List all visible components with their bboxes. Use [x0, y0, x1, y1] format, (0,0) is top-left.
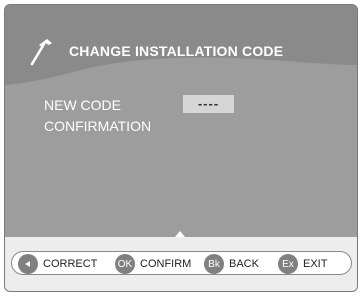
hammer-icon	[30, 39, 52, 66]
new-code-input[interactable]: ----	[183, 95, 234, 113]
back-key: Bk	[204, 254, 224, 274]
installation-code-dialog: CHANGE INSTALLATION CODE NEW CODE ---- C…	[4, 4, 358, 292]
hint-back-label: BACK	[229, 258, 259, 270]
up-arrow-indicator	[175, 231, 185, 237]
hint-back[interactable]: Bk BACK	[204, 254, 259, 274]
hint-confirm-label: CONFIRM	[140, 258, 192, 270]
hint-correct-label: CORRECT	[43, 258, 98, 270]
footer-hint-bar: CORRECT OK CONFIRM Bk BACK Ex EXIT	[5, 231, 357, 291]
hint-correct[interactable]: CORRECT	[18, 254, 97, 274]
confirmation-label: CONFIRMATION	[44, 118, 152, 134]
exit-key: Ex	[278, 254, 298, 274]
page-title: CHANGE INSTALLATION CODE	[69, 43, 284, 59]
hint-exit-label: EXIT	[303, 258, 328, 270]
new-code-label: NEW CODE	[44, 97, 121, 113]
hint-confirm[interactable]: OK CONFIRM	[115, 254, 191, 274]
left-arrow-icon	[18, 254, 38, 274]
hint-pill: CORRECT OK CONFIRM Bk BACK Ex EXIT	[11, 251, 352, 275]
ok-key: OK	[115, 254, 135, 274]
hint-exit[interactable]: Ex EXIT	[278, 254, 327, 274]
